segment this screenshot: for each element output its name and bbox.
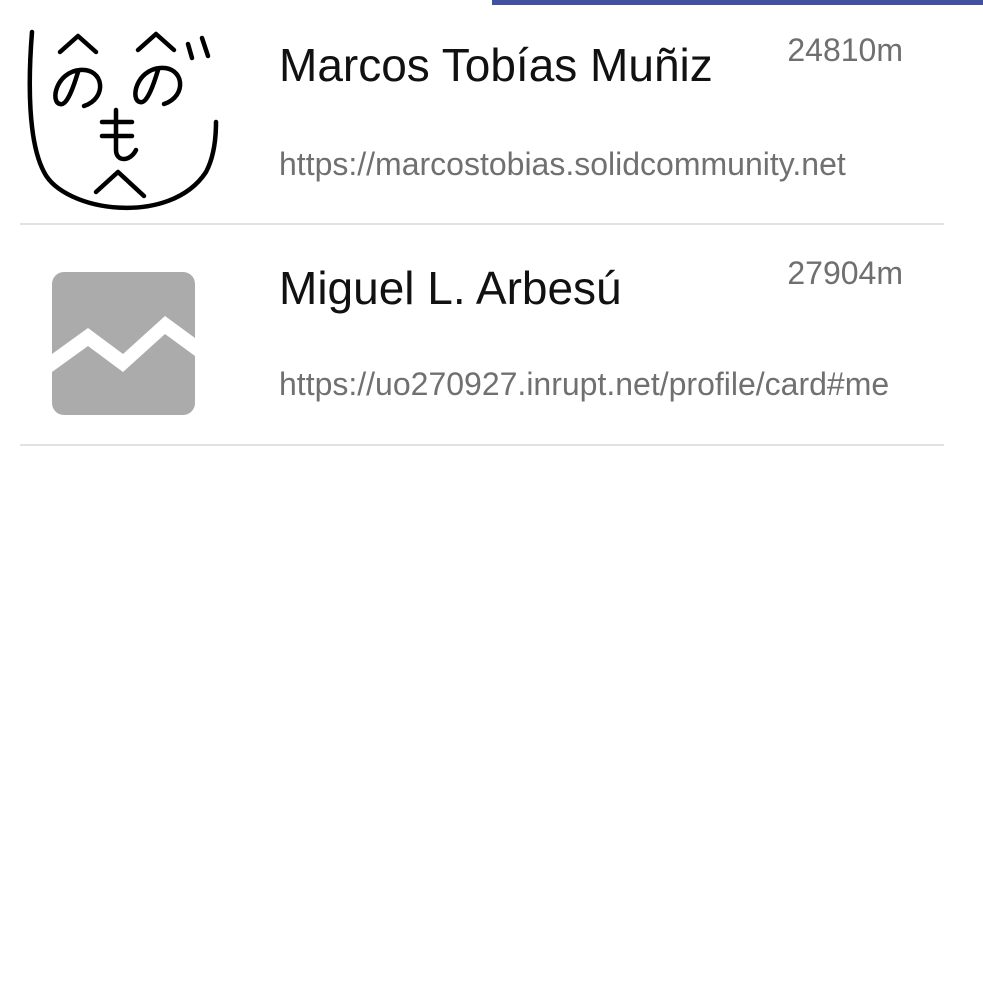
divider — [20, 444, 944, 446]
contact-url: https://marcostobias.solidcommunity.net — [279, 146, 846, 182]
list-item[interactable]: Marcos Tobías Muñiz 24810m https://marco… — [0, 0, 983, 225]
contact-distance: 27904m — [787, 255, 903, 291]
contact-distance: 24810m — [787, 32, 903, 68]
broken-image-icon — [52, 272, 195, 415]
contact-name: Miguel L. Arbesú — [279, 262, 622, 314]
contact-name: Marcos Tobías Muñiz — [279, 39, 713, 91]
contact-url: https://uo270927.inrupt.net/profile/card… — [279, 366, 890, 402]
henohenomoheji-face-icon — [20, 22, 228, 222]
